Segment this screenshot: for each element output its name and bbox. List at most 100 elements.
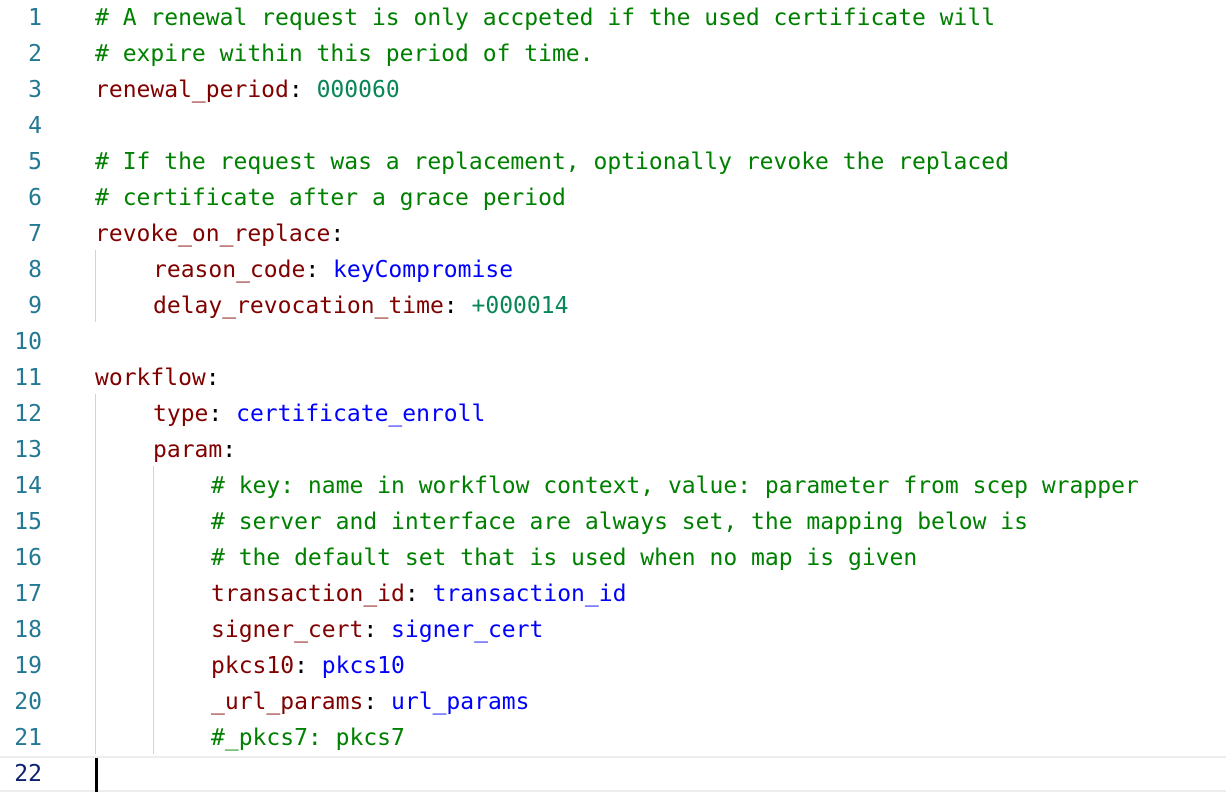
code-line[interactable]: 11 workflow:: [0, 360, 1226, 396]
line-number: 1: [28, 5, 42, 31]
line-number: 4: [28, 113, 42, 139]
token-str: transaction_id: [432, 581, 627, 607]
code-line[interactable]: 3 renewal_period: 000060: [0, 72, 1226, 108]
code-line[interactable]: 8 reason_code: keyCompromise: [0, 252, 1226, 288]
token-comment: # expire within this period of time.: [95, 41, 594, 67]
line-number: 7: [28, 221, 42, 247]
token-str: pkcs10: [321, 653, 405, 679]
code-line[interactable]: 17 transaction_id: transaction_id: [0, 576, 1226, 612]
line-number: 5: [28, 149, 42, 175]
token-key: pkcs10: [211, 653, 295, 679]
line-content: #_pkcs7: pkcs7: [211, 720, 405, 756]
code-line[interactable]: 12 type: certificate_enroll: [0, 396, 1226, 432]
line-number: 18: [14, 617, 42, 643]
token-comment: #_pkcs7: pkcs7: [211, 725, 405, 751]
line-content: signer_cert: signer_cert: [211, 612, 543, 648]
token-str: keyCompromise: [333, 257, 514, 283]
token-punct: :: [363, 617, 392, 643]
token-punct: :: [205, 365, 220, 391]
token-punct: :: [222, 437, 237, 463]
line-number: 12: [14, 401, 42, 427]
token-str: url_params: [391, 689, 530, 715]
code-line[interactable]: 5 # If the request was a replacement, opt…: [0, 144, 1226, 180]
code-line[interactable]: 16 # the default set that is used when no…: [0, 540, 1226, 576]
line-content: # A renewal request is only accpeted if …: [95, 0, 995, 36]
indent-guide: [95, 250, 96, 322]
line-number: 21: [14, 725, 42, 751]
token-comment: # If the request was a replacement, opti…: [95, 149, 1009, 175]
code-line[interactable]: 2 # expire within this period of time.: [0, 36, 1226, 72]
line-content: delay_revocation_time: +000014: [153, 288, 568, 324]
token-punct: :: [208, 401, 237, 427]
line-content: # key: name in workflow context, value: …: [211, 468, 1139, 504]
token-key: reason_code: [153, 257, 306, 283]
code-editor[interactable]: 22 21 #_pkcs7: pkcs7 20 _url_params: url_par…: [0, 0, 1226, 794]
line-content: param:: [153, 432, 236, 468]
token-comment: # key: name in workflow context, value: …: [211, 473, 1139, 499]
token-key: param: [153, 437, 223, 463]
token-punct: :: [404, 581, 433, 607]
token-punct: :: [363, 689, 392, 715]
line-number: 2: [28, 41, 42, 67]
code-line[interactable]: 10: [0, 324, 1226, 360]
token-key: _url_params: [211, 689, 364, 715]
code-line[interactable]: 1 # A renewal request is only accpeted if…: [0, 0, 1226, 36]
code-line[interactable]: 6 # certificate after a grace period: [0, 180, 1226, 216]
token-key: transaction_id: [211, 581, 405, 607]
line-number: 22: [14, 761, 42, 787]
token-str: certificate_enroll: [236, 401, 486, 427]
token-comment: # server and interface are always set, t…: [211, 509, 1028, 535]
indent-guide: [153, 466, 154, 754]
line-content: # server and interface are always set, t…: [211, 504, 1028, 540]
code-line[interactable]: 21 #_pkcs7: pkcs7: [0, 720, 1226, 756]
line-number: 17: [14, 581, 42, 607]
token-key: type: [153, 401, 209, 427]
line-content: # the default set that is used when no m…: [211, 540, 917, 576]
line-number: 20: [14, 689, 42, 715]
token-comment: # the default set that is used when no m…: [211, 545, 918, 571]
line-number: 15: [14, 509, 42, 535]
line-content: # certificate after a grace period: [95, 180, 566, 216]
code-line[interactable]: 14 # key: name in workflow context, value…: [0, 468, 1226, 504]
indent-guide: [95, 394, 96, 754]
line-number: 19: [14, 653, 42, 679]
code-line[interactable]: 20 _url_params: url_params: [0, 684, 1226, 720]
token-key: revoke_on_replace: [95, 221, 331, 247]
line-content: _url_params: url_params: [211, 684, 530, 720]
code-line[interactable]: 9 delay_revocation_time: +000014: [0, 288, 1226, 324]
token-punct: :: [305, 257, 334, 283]
token-num: 000060: [316, 77, 400, 103]
line-content: transaction_id: transaction_id: [211, 576, 626, 612]
line-content: renewal_period: 000060: [95, 72, 400, 108]
line-content: revoke_on_replace:: [95, 216, 344, 252]
code-line[interactable]: 15 # server and interface are always set,…: [0, 504, 1226, 540]
line-number: 13: [14, 437, 42, 463]
line-content: # expire within this period of time.: [95, 36, 594, 72]
line-number: 8: [28, 257, 42, 283]
line-number: 11: [14, 365, 42, 391]
line-content: workflow:: [95, 360, 220, 396]
line-content: # If the request was a replacement, opti…: [95, 144, 1009, 180]
token-comment: # certificate after a grace period: [95, 185, 566, 211]
text-cursor: [95, 758, 98, 792]
line-content: pkcs10: pkcs10: [211, 648, 405, 684]
code-line[interactable]: 22: [0, 756, 1226, 792]
line-content: reason_code: keyCompromise: [153, 252, 513, 288]
line-number: 9: [28, 293, 42, 319]
token-key: workflow: [95, 365, 206, 391]
token-key: renewal_period: [95, 77, 289, 103]
code-line[interactable]: 19 pkcs10: pkcs10: [0, 648, 1226, 684]
code-line[interactable]: 4: [0, 108, 1226, 144]
code-line[interactable]: 13 param:: [0, 432, 1226, 468]
line-number: 10: [14, 329, 42, 355]
token-key: delay_revocation_time: [153, 293, 444, 319]
token-str: signer_cert: [391, 617, 544, 643]
token-punct: :: [330, 221, 345, 247]
code-line[interactable]: 18 signer_cert: signer_cert: [0, 612, 1226, 648]
line-number: 6: [28, 185, 42, 211]
token-punct: :: [294, 653, 322, 679]
token-num: +000014: [471, 293, 569, 319]
line-number: 14: [14, 473, 42, 499]
code-line[interactable]: 7 revoke_on_replace:: [0, 216, 1226, 252]
token-comment: # A renewal request is only accpeted if …: [95, 5, 996, 31]
